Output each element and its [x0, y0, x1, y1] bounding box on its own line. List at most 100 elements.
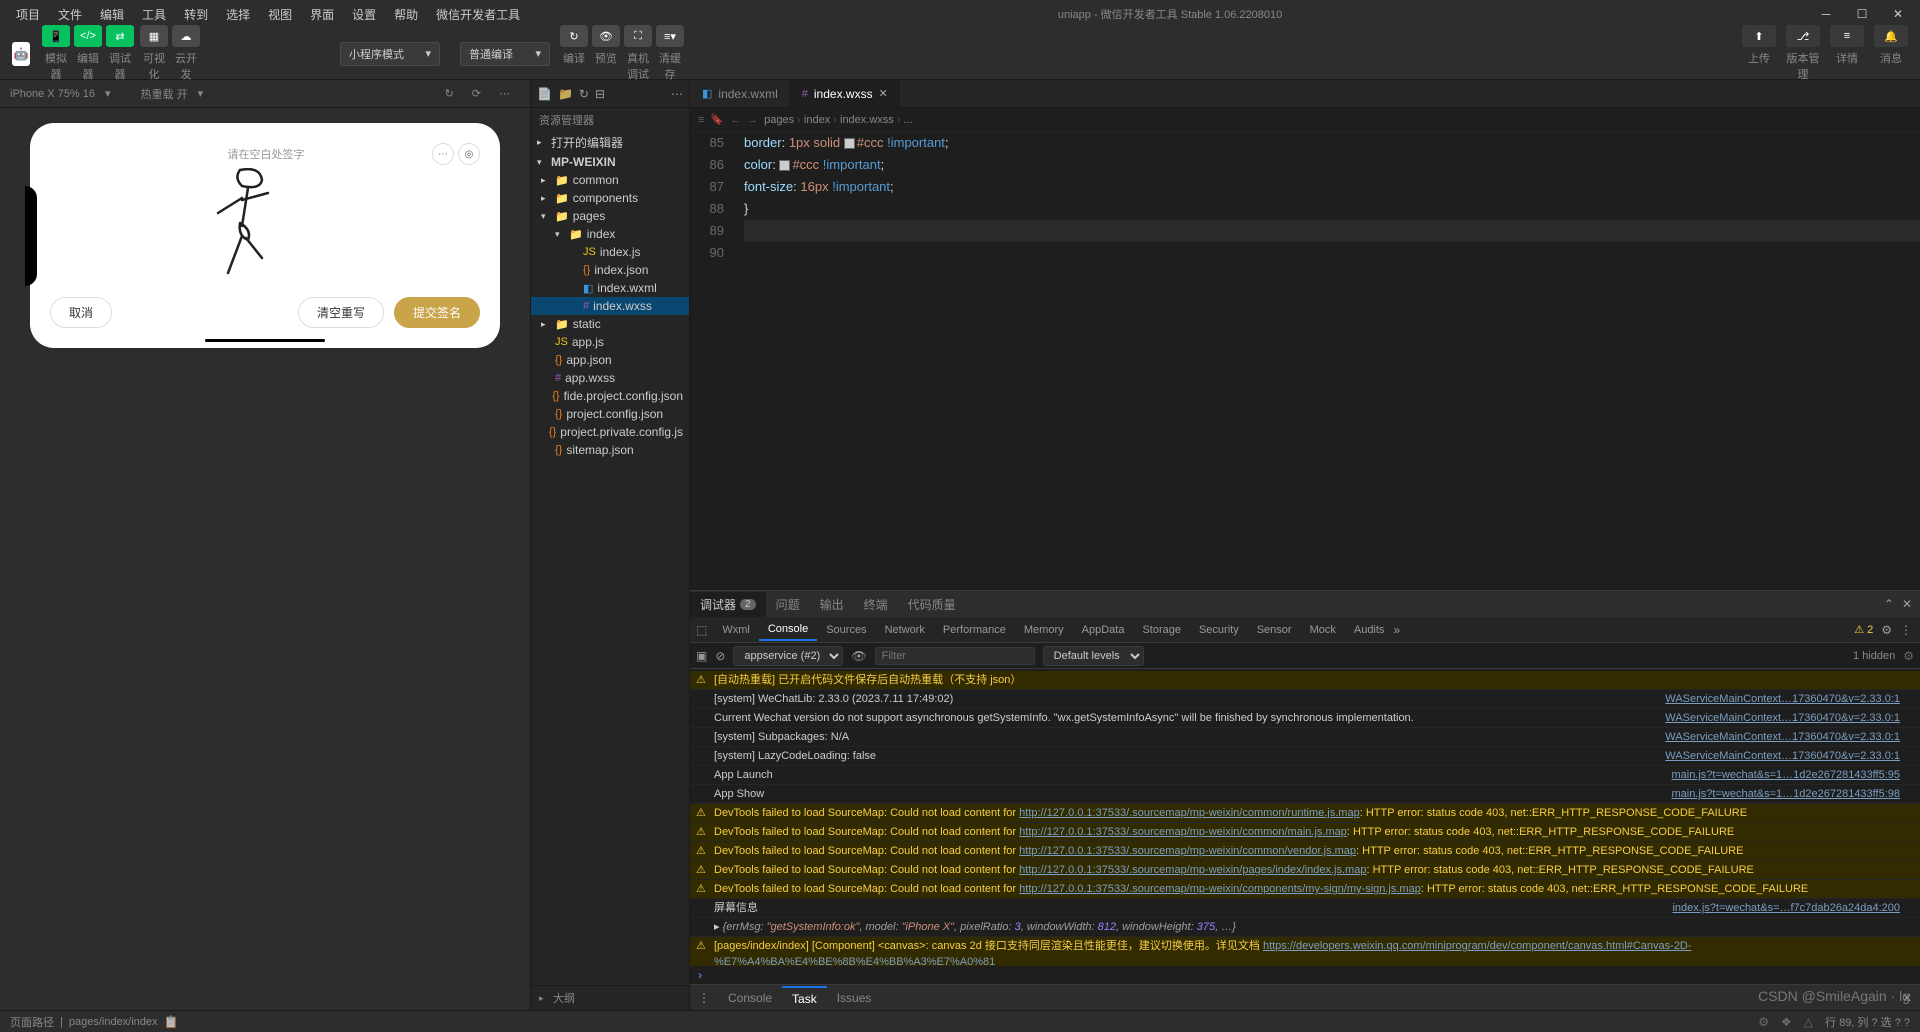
clear-cache-button[interactable]: ≡▾ — [656, 25, 684, 47]
menu-视图[interactable]: 视图 — [260, 3, 300, 26]
dt2-Storage[interactable]: Storage — [1133, 620, 1190, 640]
tb-版本管理[interactable]: ⎇ — [1786, 25, 1820, 47]
console-sidebar-icon[interactable]: ▣ — [696, 649, 707, 663]
close-icon[interactable]: ✕ — [879, 87, 888, 100]
dt2-Network[interactable]: Network — [876, 620, 934, 640]
minimize-button[interactable]: ─ — [1812, 4, 1840, 24]
bc-forward-icon[interactable]: → — [747, 114, 758, 126]
console-output[interactable]: [自动热重载] 已开启代码文件保存后自动热重载（不支持 json）[system… — [690, 669, 1920, 966]
visual-button[interactable]: ▦ — [140, 25, 168, 47]
tree-index.wxss[interactable]: #index.wxss — [531, 297, 689, 315]
page-path[interactable]: pages/index/index — [69, 1016, 158, 1028]
tree-common[interactable]: ▸📁common — [531, 171, 689, 189]
tb-上传[interactable]: ⬆ — [1742, 25, 1776, 47]
menu-项目[interactable]: 项目 — [8, 3, 48, 26]
menu-文件[interactable]: 文件 — [50, 3, 90, 26]
console-clear-icon[interactable]: ⊘ — [715, 649, 725, 663]
dt2-Security[interactable]: Security — [1190, 620, 1248, 640]
menu-微信开发者工具[interactable]: 微信开发者工具 — [428, 3, 528, 26]
status-icon-3[interactable]: △ — [1804, 1015, 1813, 1029]
signature-canvas[interactable] — [50, 173, 480, 289]
eye-icon[interactable]: 👁 — [851, 649, 866, 663]
dt1-代码质量[interactable]: 代码质量 — [898, 592, 966, 617]
new-folder-icon[interactable]: 📁 — [558, 87, 573, 101]
hotreload-indicator[interactable]: 热重载 开 — [141, 86, 188, 102]
compile-select[interactable]: 普通编译▾ — [460, 42, 550, 66]
dt1-输出[interactable]: 输出 — [810, 592, 854, 617]
collapse-icon[interactable]: ⊟ — [595, 87, 605, 101]
remote-debug-button[interactable]: ⛶ — [624, 25, 652, 47]
dt2-Audits[interactable]: Audits — [1345, 620, 1394, 640]
dt2-Mock[interactable]: Mock — [1301, 620, 1345, 640]
dt2-AppData[interactable]: AppData — [1073, 620, 1134, 640]
filter-input[interactable] — [875, 647, 1035, 665]
tree-index.wxml[interactable]: ◧index.wxml — [531, 279, 689, 297]
submit-button[interactable]: 提交签名 — [394, 297, 480, 328]
dtb-Issues[interactable]: Issues — [827, 987, 882, 1009]
menu-界面[interactable]: 界面 — [302, 3, 342, 26]
tree-index[interactable]: ▾📁index — [531, 225, 689, 243]
maximize-button[interactable]: ☐ — [1848, 4, 1876, 24]
tree-pages[interactable]: ▾📁pages — [531, 207, 689, 225]
tab-index.wxml[interactable]: ◧index.wxml — [690, 80, 790, 107]
sim-refresh-icon[interactable]: ↻ — [445, 87, 454, 100]
dt1-调试器[interactable]: 调试器2 — [690, 592, 766, 617]
project-root[interactable]: ▾MP-WEIXIN — [531, 153, 689, 171]
dt2-Sources[interactable]: Sources — [817, 620, 875, 640]
open-editors-section[interactable]: ▸打开的编辑器 — [531, 132, 689, 153]
mode-select[interactable]: 小程序模式▾ — [340, 42, 440, 66]
cloud-dev-button[interactable]: ☁ — [172, 25, 200, 47]
tree-project.config.json[interactable]: {}project.config.json — [531, 405, 689, 423]
tree-index.json[interactable]: {}index.json — [531, 261, 689, 279]
menu-帮助[interactable]: 帮助 — [386, 3, 426, 26]
refresh-icon[interactable]: ↻ — [579, 87, 589, 101]
copy-path-icon[interactable]: 📋 — [164, 1015, 179, 1029]
capsule-close-icon[interactable]: ◎ — [458, 143, 480, 165]
capsule-menu-icon[interactable]: ⋯ — [432, 143, 454, 165]
simulator-toggle[interactable]: 📱 — [42, 25, 70, 47]
outline-section[interactable]: ▸大纲 — [531, 985, 689, 1010]
dt1-终端[interactable]: 终端 — [854, 592, 898, 617]
dt-min-icon[interactable]: ⌃ — [1884, 597, 1894, 611]
dots-icon[interactable]: ⋮ — [1900, 623, 1912, 637]
sim-rotate-icon[interactable]: ⟳ — [472, 87, 481, 100]
dtb-Console[interactable]: Console — [718, 987, 782, 1009]
gear-icon[interactable]: ⚙ — [1881, 623, 1892, 637]
menu-编辑[interactable]: 编辑 — [92, 3, 132, 26]
more-tabs-icon[interactable]: » — [1393, 623, 1400, 637]
status-icon-1[interactable]: ⚙ — [1758, 1015, 1769, 1029]
close-button[interactable]: ✕ — [1884, 4, 1912, 24]
device-selector[interactable]: iPhone X 75% 16 — [10, 88, 95, 100]
tree-app.json[interactable]: {}app.json — [531, 351, 689, 369]
tab-index.wxss[interactable]: #index.wxss✕ — [790, 80, 900, 107]
tree-index.js[interactable]: JSindex.js — [531, 243, 689, 261]
dt1-问题[interactable]: 问题 — [766, 592, 810, 617]
tree-project.private.config.js[interactable]: {}project.private.config.js — [531, 423, 689, 441]
more-icon[interactable]: ⋯ — [671, 87, 683, 101]
dt2-Sensor[interactable]: Sensor — [1248, 620, 1301, 640]
compile-button[interactable]: ↻ — [560, 25, 588, 47]
dt2-Memory[interactable]: Memory — [1015, 620, 1073, 640]
tb-消息[interactable]: 🔔 — [1874, 25, 1908, 47]
tree-fide.project.config.json[interactable]: {}fide.project.config.json — [531, 387, 689, 405]
menu-设置[interactable]: 设置 — [344, 3, 384, 26]
menu-选择[interactable]: 选择 — [218, 3, 258, 26]
levels-select[interactable]: Default levels — [1043, 646, 1144, 666]
tree-app.wxss[interactable]: #app.wxss — [531, 369, 689, 387]
settings-icon[interactable]: ⚙ — [1903, 649, 1914, 663]
debugger-toggle[interactable]: ⇄ — [106, 25, 134, 47]
status-icon-2[interactable]: ❖ — [1781, 1015, 1792, 1029]
tb-详情[interactable]: ≡ — [1830, 25, 1864, 47]
dt2-Wxml[interactable]: Wxml — [713, 620, 759, 640]
dtb-Task[interactable]: Task — [782, 986, 827, 1010]
tree-static[interactable]: ▸📁static — [531, 315, 689, 333]
tree-app.js[interactable]: JSapp.js — [531, 333, 689, 351]
editor-toggle[interactable]: </> — [74, 25, 102, 47]
hidden-count[interactable]: 1 hidden — [1853, 650, 1895, 662]
preview-button[interactable]: 👁 — [592, 25, 620, 47]
menu-转到[interactable]: 转到 — [176, 3, 216, 26]
tree-sitemap.json[interactable]: {}sitemap.json — [531, 441, 689, 459]
dt-close-icon[interactable]: ✕ — [1902, 597, 1912, 611]
bc-back-icon[interactable]: ← — [730, 114, 741, 126]
drawer-icon[interactable]: ⋮ — [690, 991, 718, 1005]
